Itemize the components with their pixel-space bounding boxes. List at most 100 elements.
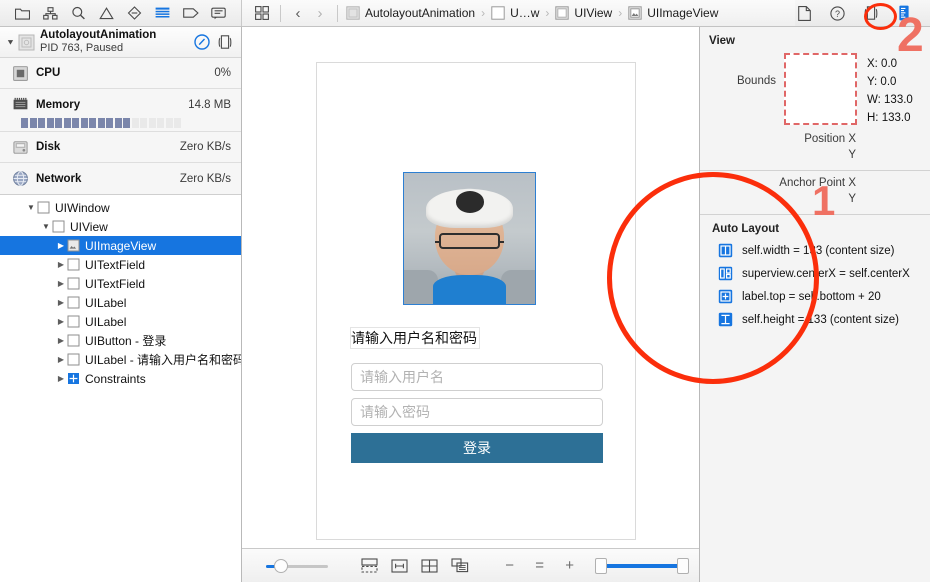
tree-row[interactable]: ▶ UILabel	[0, 312, 241, 331]
constraint-text: superview.centerX = self.centerX	[742, 267, 910, 280]
constraint-row[interactable]: self.height = 133 (content size)	[700, 308, 930, 331]
position-y-row[interactable]: Y	[700, 147, 930, 163]
tree-row[interactable]: ▶ UILabel	[0, 293, 241, 312]
disclosure-triangle[interactable]: ▶	[55, 260, 67, 269]
gauge-row-memory[interactable]: Memory 14.8 MB	[0, 89, 241, 120]
app-icon	[18, 34, 35, 50]
tree-row-label: UILabel - 请输入用户名和密码	[85, 353, 241, 367]
gauge-icon[interactable]	[194, 34, 210, 50]
view-icon	[52, 220, 65, 233]
tree-row-selected[interactable]: ▶ UIImageView	[0, 236, 241, 255]
breadcrumb-item-window[interactable]: U…w	[489, 6, 541, 20]
tree-row[interactable]: ▶ Constraints	[0, 369, 241, 388]
svg-text:?: ?	[835, 9, 840, 19]
breadcrumb-label: U…w	[510, 6, 540, 20]
canvas-login-button[interactable]: 登录	[351, 433, 603, 463]
related-items-icon[interactable]	[250, 6, 274, 20]
disclosure-triangle[interactable]: ▶	[55, 241, 67, 250]
forward-button[interactable]: ›	[309, 6, 331, 21]
view-icon	[37, 201, 50, 214]
process-info: AutolayoutAnimation PID 763, Paused	[40, 29, 194, 55]
breadcrumb-item-uiimageview[interactable]: UIImageView	[626, 6, 720, 20]
range-handle-right[interactable]	[677, 557, 689, 574]
main-body: ▼ AutolayoutAnimation PID 763, Paused CP…	[0, 27, 930, 582]
folder-icon[interactable]	[12, 4, 32, 22]
hierarchy-icon[interactable]	[40, 4, 60, 22]
breadcrumb-item-project[interactable]: AutolayoutAnimation	[344, 6, 477, 20]
anchor-y-row[interactable]: Y	[700, 191, 930, 207]
width-constraint-icon	[718, 243, 733, 258]
show-clipped-content-icon[interactable]	[361, 558, 379, 574]
disclosure-triangle[interactable]: ▼	[25, 203, 37, 212]
debug-icon[interactable]	[153, 4, 173, 22]
search-icon[interactable]	[68, 4, 88, 22]
process-buttons	[194, 34, 233, 50]
view-debugger-icon[interactable]	[217, 35, 233, 49]
double-sided-icon[interactable]	[451, 558, 469, 574]
canvas-prompt-label: 请输入用户名和密码	[350, 327, 480, 349]
height-constraint-icon	[718, 312, 733, 327]
file-icon[interactable]	[795, 4, 814, 22]
diamond-icon[interactable]	[125, 4, 145, 22]
view-icon	[67, 277, 80, 290]
message-icon[interactable]	[209, 4, 229, 22]
canvas-area: 请输入用户名和密码 请输入用户名 请输入密码 登录 1 − = +	[242, 27, 835, 582]
tree-row[interactable]: ▶ UITextField	[0, 274, 241, 293]
gauge-label: Memory	[36, 98, 81, 111]
breadcrumb: AutolayoutAnimation › U…w › UIView › UII…	[344, 6, 795, 20]
slider-knob[interactable]	[274, 558, 289, 573]
bounds-value-w: W: 133.0	[867, 94, 913, 106]
tree-row[interactable]: ▼ UIWindow	[0, 198, 241, 217]
memory-icon	[13, 97, 28, 110]
show-constraints-icon[interactable]	[391, 558, 409, 574]
constraint-row[interactable]: superview.centerX = self.centerX	[700, 262, 930, 285]
canvas-username-field[interactable]: 请输入用户名	[351, 363, 603, 391]
zoom-out-button[interactable]: −	[503, 558, 517, 573]
orthographic-view-icon[interactable]	[421, 558, 439, 574]
process-header-row[interactable]: ▼ AutolayoutAnimation PID 763, Paused	[0, 27, 241, 58]
range-handle-left[interactable]	[594, 557, 607, 574]
depth-slider[interactable]	[266, 558, 328, 573]
process-disclosure-triangle[interactable]: ▼	[4, 38, 17, 47]
warning-icon[interactable]	[96, 4, 116, 22]
range-slider[interactable]	[594, 557, 689, 574]
tag-icon[interactable]	[181, 4, 201, 22]
spacing-constraint-icon	[718, 289, 733, 304]
constraint-row[interactable]: self.width = 133 (content size)	[700, 239, 930, 262]
view-icon	[67, 315, 80, 328]
breadcrumb-label: UIView	[574, 6, 613, 20]
back-button[interactable]: ‹	[287, 6, 309, 21]
anchor-x-row[interactable]: Anchor Point X	[700, 171, 930, 191]
gauge-row-network[interactable]: Network Zero KB/s	[0, 163, 241, 194]
disclosure-triangle[interactable]: ▼	[40, 222, 52, 231]
help-icon[interactable]: ?	[828, 4, 847, 22]
disclosure-triangle[interactable]: ▶	[55, 298, 67, 307]
disclosure-triangle[interactable]: ▶	[55, 374, 67, 383]
view-icon	[491, 6, 505, 20]
cap	[426, 188, 513, 229]
disclosure-triangle[interactable]: ▶	[55, 279, 67, 288]
constraint-list: self.width = 133 (content size) superview…	[700, 239, 930, 331]
gauge-row-disk[interactable]: Disk Zero KB/s	[0, 132, 241, 163]
zoom-reset-button[interactable]: =	[533, 558, 547, 573]
tree-row-label: UILabel	[85, 314, 127, 329]
view-debugger-canvas[interactable]: 请输入用户名和密码 请输入用户名 请输入密码 登录 1	[242, 27, 835, 548]
object-icon[interactable]	[861, 4, 880, 22]
gauge-row-cpu[interactable]: CPU 0%	[0, 58, 241, 89]
breadcrumb-item-uiview[interactable]: UIView	[553, 6, 614, 20]
disclosure-triangle[interactable]: ▶	[55, 355, 67, 364]
tree-row[interactable]: ▶ UITextField	[0, 255, 241, 274]
tree-row[interactable]: ▼ UIView	[0, 217, 241, 236]
memory-usage-bar	[0, 118, 241, 132]
tree-row[interactable]: ▶ UILabel - 请输入用户名和密码	[0, 350, 241, 369]
disclosure-triangle[interactable]: ▶	[55, 336, 67, 345]
zoom-in-button[interactable]: +	[563, 558, 577, 573]
canvas-password-field[interactable]: 请输入密码	[351, 398, 603, 426]
tree-row[interactable]: ▶ UIButton - 登录	[0, 331, 241, 350]
divider	[280, 4, 281, 22]
constraint-row[interactable]: label.top = self.bottom + 20	[700, 285, 930, 308]
canvas-image-view[interactable]	[403, 172, 536, 305]
ruler-icon[interactable]	[894, 4, 913, 22]
disclosure-triangle[interactable]: ▶	[55, 317, 67, 326]
position-x-row[interactable]: Position X	[700, 131, 930, 147]
